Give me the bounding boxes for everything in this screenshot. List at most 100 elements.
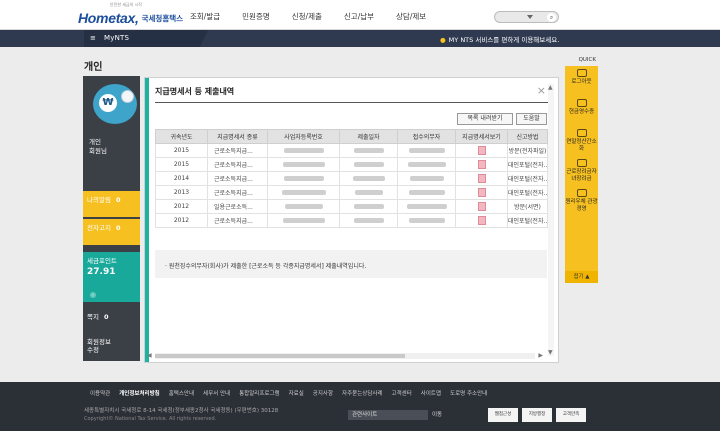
download-list-button[interactable]: 목록 내려받기: [457, 113, 513, 125]
e-notice-button[interactable]: 전자고지 0: [83, 219, 140, 245]
document-icon[interactable]: [477, 160, 486, 169]
cell-view: [455, 213, 508, 228]
cell-method: 방문(서면): [507, 199, 548, 214]
submission-history-dialog: 지급명세서 등 제출내역 × 목록 내려받기 도움말 귀속년도 지급명세서 종류…: [144, 77, 559, 363]
quick-logout[interactable]: 로그아웃: [565, 66, 598, 96]
quick-menu: QUICK 로그아웃 현금영수증 연말정산간소화 근로장려금자녀장려금 원리우체…: [565, 57, 598, 283]
vertical-scrollbar[interactable]: ▲ ▼: [548, 84, 554, 356]
quick-management-label: 원리우체 관광경영: [565, 199, 598, 212]
scrollbar-thumb[interactable]: [155, 354, 405, 358]
menu-report[interactable]: 신고/납부: [344, 11, 374, 22]
hometax-logo[interactable]: 안전한 세금의 시작 Hometax, 국세청홈택스: [78, 2, 183, 26]
col-date: 제출일자: [339, 129, 398, 144]
cell-obligor-redacted: [397, 213, 456, 228]
cell-method: 대인포털(전자...: [507, 213, 548, 228]
dialog-accent: [145, 78, 149, 362]
footer-link[interactable]: 이용약관: [90, 389, 110, 397]
hamburger-icon[interactable]: ≡: [90, 34, 96, 42]
cell-kind: 근로소득지급...: [207, 157, 268, 172]
table-row[interactable]: 2012 근로소득지급... 대인포털(전자...: [155, 213, 548, 228]
menu-consult[interactable]: 상담/제보: [396, 11, 426, 22]
footer-link[interactable]: 도로명 주소안내: [450, 389, 487, 397]
quick-logout-label: 로그아웃: [571, 79, 592, 85]
table-row[interactable]: 2015 근로소득지급... 방문(전자파일): [155, 143, 548, 158]
cell-view: [455, 157, 508, 172]
mynts-tab[interactable]: [84, 30, 202, 47]
quick-year-end[interactable]: 연말정산간소화: [565, 126, 598, 156]
menu-certificate[interactable]: 민원증명: [242, 11, 270, 22]
footer-link[interactable]: 자료실: [289, 389, 304, 397]
cell-kind: 근로소득지급...: [207, 185, 268, 200]
table-row[interactable]: 2015 근로소득지급... 대인포털(전자...: [155, 157, 548, 172]
cell-date-redacted: [339, 171, 398, 186]
document-icon[interactable]: [477, 174, 486, 183]
scroll-right-icon[interactable]: ▶: [538, 352, 543, 359]
cell-year: 2015: [155, 157, 208, 172]
related-sites-select[interactable]: 관련사이트: [348, 410, 428, 420]
submission-table: 귀속년도 지급명세서 종류 사업자등록번호 제출일자 접수의무자 지급명세서보기…: [155, 129, 548, 228]
notice-text: MY NTS 서비스를 편하게 이용해보세요.: [448, 36, 560, 44]
col-bizno: 사업자등록번호: [267, 129, 340, 144]
table-row[interactable]: 2013 근로소득지급... 대인포털(전자...: [155, 185, 548, 200]
quick-fold-button[interactable]: 접기 ▲: [565, 271, 598, 283]
col-view: 지급명세서보기: [455, 129, 508, 144]
document-icon[interactable]: [477, 216, 486, 225]
scroll-left-icon[interactable]: ◀: [147, 352, 152, 359]
help-button[interactable]: 도움말: [516, 113, 547, 125]
mynts-label: MyNTS: [104, 34, 130, 42]
tax-point-label: 세금포인트: [87, 257, 117, 265]
badge-admin: 지방행정: [522, 408, 552, 422]
document-icon[interactable]: [477, 202, 486, 211]
message-count: 0: [104, 313, 109, 321]
footer-link[interactable]: 공지사항: [313, 389, 333, 397]
footer-address: 세종특별자치시 국세청로 8-14 국세청(정부세종2청사 국세청동) (우편번…: [84, 408, 279, 414]
quick-cash-receipt[interactable]: 현금영수증: [565, 96, 598, 126]
profile-label: 개인 회원님: [89, 138, 107, 156]
tax-point-value: 27.91: [87, 267, 116, 277]
table-row[interactable]: 2014 근로소득지급... 대인포털(전자...: [155, 171, 548, 186]
e-notice-label: 전자고지: [87, 224, 111, 232]
edit-member-info-button[interactable]: 회원정보 수정: [83, 335, 140, 361]
quick-year-end-label: 연말정산간소화: [566, 139, 597, 152]
search-icon[interactable]: ⌕: [547, 13, 556, 22]
tax-point-button[interactable]: 세금포인트 27.91 ›: [83, 252, 140, 302]
footer-link[interactable]: 고객센터: [392, 389, 412, 397]
cell-kind: 일용근로소득...: [207, 199, 268, 214]
menu-inquiry[interactable]: 조회/발급: [190, 11, 220, 22]
col-obligor: 접수의무자: [397, 129, 456, 144]
receipt-icon: [576, 99, 587, 107]
gear-icon: [576, 189, 587, 197]
go-button[interactable]: 이동: [432, 410, 442, 418]
footer-link-privacy[interactable]: 개인정보처리방침: [119, 389, 159, 397]
document-icon[interactable]: [477, 146, 486, 155]
footer-link[interactable]: 홈택스안내: [169, 389, 194, 397]
footer-link[interactable]: 세무서 안내: [203, 389, 230, 397]
horizontal-scrollbar[interactable]: ◀ ▶: [147, 352, 543, 359]
tab-divider: [200, 30, 208, 47]
search-input[interactable]: ⌕: [494, 11, 559, 23]
scroll-down-icon[interactable]: ▼: [548, 349, 553, 356]
title-divider: [155, 102, 551, 103]
scroll-up-icon[interactable]: ▲: [548, 84, 553, 91]
cell-year: 2014: [155, 171, 208, 186]
close-icon[interactable]: ×: [537, 84, 546, 97]
footer-link[interactable]: 자주묻는상담사례: [342, 389, 382, 397]
message-button[interactable]: 쪽지 0: [83, 308, 140, 332]
footer-link[interactable]: 통합알리프로그램: [239, 389, 279, 397]
quick-incentive[interactable]: 근로장려금자녀장려금: [565, 156, 598, 186]
document-icon[interactable]: [477, 188, 486, 197]
table-row[interactable]: 2012 일용근로소득... 방문(서면): [155, 199, 548, 214]
logout-icon: [576, 69, 587, 77]
top-header: 안전한 세금의 시작 Hometax, 국세청홈택스 조회/발급 민원증명 신청…: [0, 0, 720, 30]
menu-apply[interactable]: 신청/제출: [292, 11, 322, 22]
cell-method: 대인포털(전자...: [507, 157, 548, 172]
cell-kind: 근로소득지급...: [207, 171, 268, 186]
footer-links: 이용약관 개인정보처리방침 홈택스안내 세무서 안내 통합알리프로그램 자료실 …: [90, 389, 496, 397]
cell-view: [455, 185, 508, 200]
cell-obligor-redacted: [397, 157, 456, 172]
cell-kind: 근로소득지급...: [207, 213, 268, 228]
quick-management[interactable]: 원리우체 관광경영: [565, 186, 598, 216]
badge-satisfaction: 고객만족: [556, 408, 586, 422]
footer-link[interactable]: 사이트맵: [421, 389, 441, 397]
my-alerts-button[interactable]: 나의알림 0: [83, 191, 140, 217]
